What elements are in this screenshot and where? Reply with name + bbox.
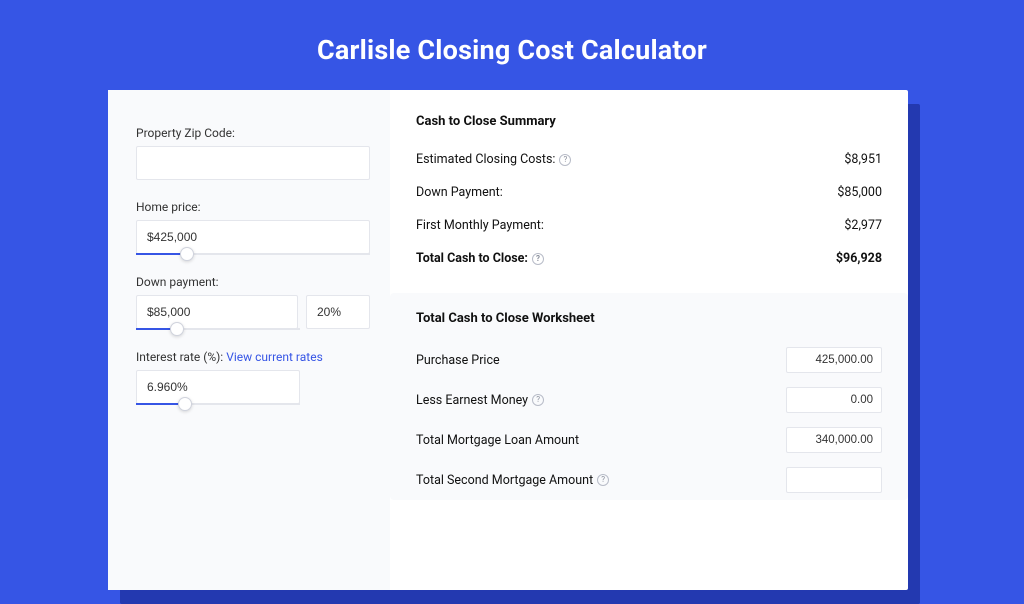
help-icon[interactable]: ?	[597, 474, 609, 486]
worksheet-value-input[interactable]	[786, 427, 882, 453]
home-price-slider[interactable]	[136, 253, 370, 255]
interest-rate-label: Interest rate (%): View current rates	[136, 350, 370, 364]
interest-rate-field: Interest rate (%): View current rates	[136, 350, 370, 405]
summary-row-value: $8,951	[844, 152, 882, 167]
worksheet-row-label: Total Second Mortgage Amount	[416, 473, 593, 488]
results-panel: Cash to Close Summary Estimated Closing …	[390, 90, 908, 590]
summary-row-label: First Monthly Payment:	[416, 218, 544, 233]
summary-row-label: Down Payment:	[416, 185, 503, 200]
slider-thumb[interactable]	[180, 247, 194, 261]
inputs-panel: Property Zip Code: Home price: Down paym…	[108, 90, 390, 590]
help-icon[interactable]: ?	[532, 253, 544, 265]
slider-thumb[interactable]	[170, 322, 184, 336]
zip-field: Property Zip Code:	[136, 126, 370, 180]
down-payment-field: Down payment:	[136, 275, 370, 330]
view-rates-link[interactable]: View current rates	[226, 350, 323, 364]
help-icon[interactable]: ?	[532, 394, 544, 406]
down-payment-slider[interactable]	[136, 328, 300, 330]
slider-thumb[interactable]	[178, 397, 192, 411]
interest-rate-label-text: Interest rate (%):	[136, 350, 226, 364]
down-payment-pct-input[interactable]	[306, 295, 370, 329]
summary-row: Estimated Closing Costs:? $8,951	[416, 143, 882, 176]
zip-label: Property Zip Code:	[136, 126, 370, 140]
worksheet-title: Total Cash to Close Worksheet	[416, 311, 882, 326]
home-price-input[interactable]	[136, 220, 370, 254]
down-payment-input[interactable]	[136, 295, 298, 329]
calculator-card: Property Zip Code: Home price: Down paym…	[108, 90, 908, 590]
summary-row-label: Estimated Closing Costs:	[416, 152, 555, 167]
summary-row: First Monthly Payment: $2,977	[416, 209, 882, 242]
worksheet-row-label: Less Earnest Money	[416, 393, 528, 408]
worksheet-value-input[interactable]	[786, 467, 882, 493]
worksheet-row: Purchase Price	[416, 340, 882, 380]
worksheet-row: Total Second Mortgage Amount?	[416, 460, 882, 500]
interest-rate-slider[interactable]	[136, 403, 300, 405]
worksheet-value-input[interactable]	[786, 347, 882, 373]
worksheet-section: Total Cash to Close Worksheet Purchase P…	[390, 293, 908, 500]
worksheet-row-label: Purchase Price	[416, 353, 500, 368]
interest-rate-input[interactable]	[136, 370, 300, 404]
help-icon[interactable]: ?	[559, 154, 571, 166]
worksheet-row-label: Total Mortgage Loan Amount	[416, 433, 579, 448]
page-title: Carlisle Closing Cost Calculator	[0, 0, 1024, 90]
summary-title: Cash to Close Summary	[416, 114, 882, 129]
summary-row: Down Payment: $85,000	[416, 176, 882, 209]
summary-row-label: Total Cash to Close:	[416, 251, 528, 266]
worksheet-row: Total Mortgage Loan Amount	[416, 420, 882, 460]
summary-row: Total Cash to Close:? $96,928	[416, 242, 882, 275]
summary-row-value: $2,977	[844, 218, 882, 233]
summary-row-value: $96,928	[836, 251, 882, 266]
home-price-field: Home price:	[136, 200, 370, 255]
down-payment-label: Down payment:	[136, 275, 370, 289]
summary-row-value: $85,000	[837, 185, 882, 200]
zip-input[interactable]	[136, 146, 370, 180]
worksheet-row: Less Earnest Money?	[416, 380, 882, 420]
home-price-label: Home price:	[136, 200, 370, 214]
worksheet-value-input[interactable]	[786, 387, 882, 413]
